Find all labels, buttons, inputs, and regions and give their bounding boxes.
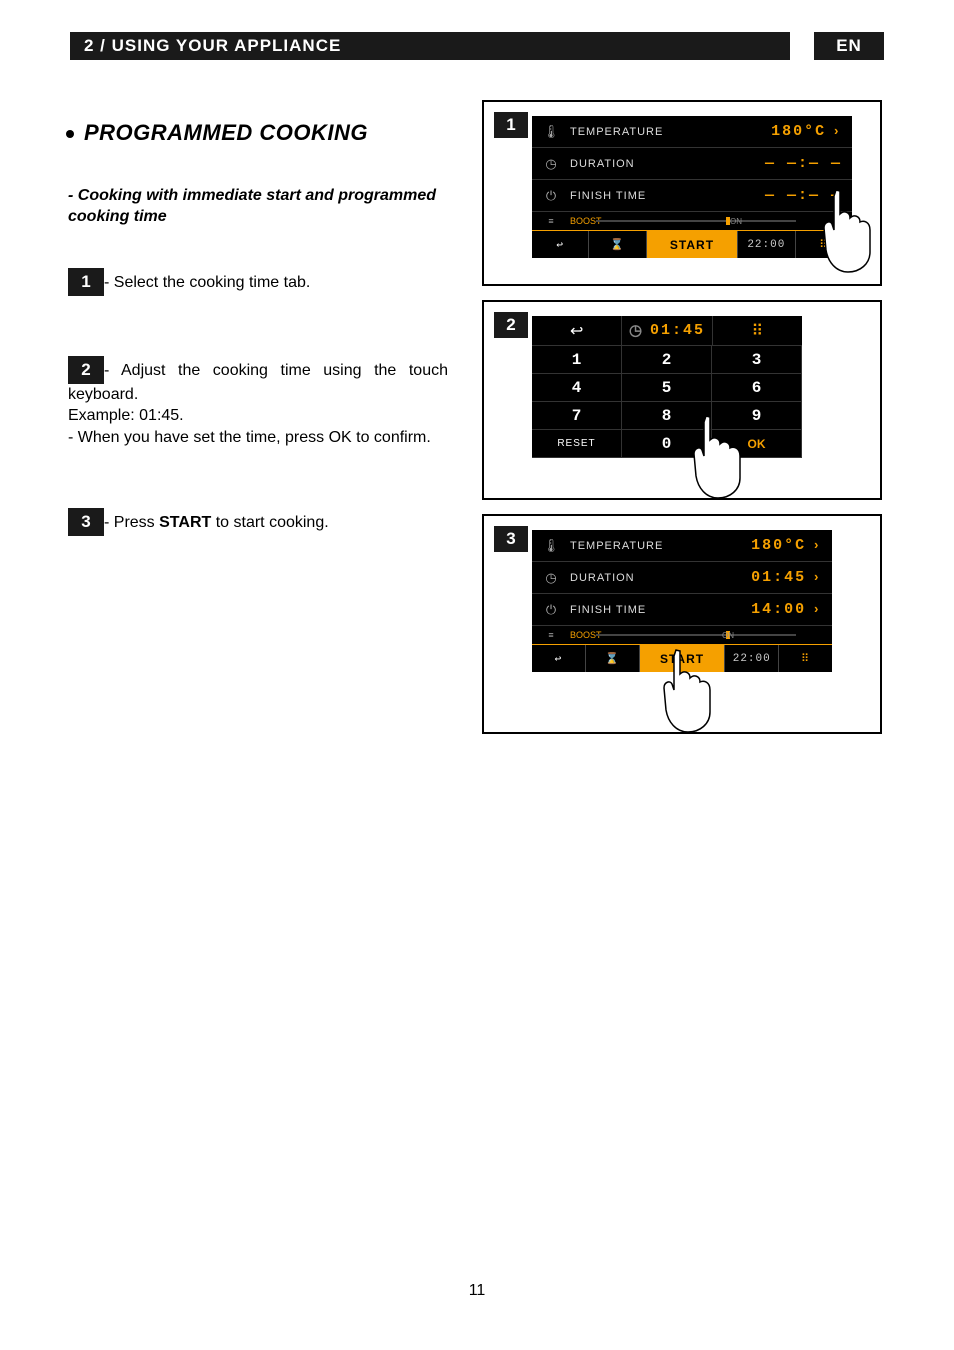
key-ok[interactable]: OK xyxy=(712,430,802,458)
step-3-bold: START xyxy=(159,514,211,531)
illustrations-column: 1 🌡 TEMPERATURE 180°C› ◷ DURATION — —:— … xyxy=(482,100,882,748)
timer-button[interactable]: ⌛ xyxy=(589,231,646,258)
panel-2: 2 ↩ ◷01:45 ⠿ 1 2 3 4 5 6 7 8 9 xyxy=(482,300,882,500)
toolbar-3: ↩ ⌛ START 22:00 ⠿ xyxy=(532,644,832,672)
row-temperature[interactable]: 🌡 TEMPERATURE 180°C› xyxy=(532,116,852,148)
chevron-right-icon: › xyxy=(832,124,842,139)
key-1[interactable]: 1 xyxy=(532,346,622,374)
step-badge-3: 3 xyxy=(68,508,104,536)
timer-button-3[interactable]: ⌛ xyxy=(586,645,640,672)
clock-icon: ◷ xyxy=(629,321,644,340)
row-boost-3[interactable]: ≡ BOOST ON xyxy=(532,626,832,644)
key-2[interactable]: 2 xyxy=(622,346,712,374)
thermometer-icon: 🌡 xyxy=(542,538,560,554)
temperature-value-3: 180°C› xyxy=(751,537,822,554)
grid-button-3[interactable]: ⠿ xyxy=(779,645,832,672)
instructions-column: PROGRAMMED COOKING - Cooking with immedi… xyxy=(68,100,448,748)
step-badge-2: 2 xyxy=(68,356,104,384)
step-2-line1: - Adjust the cooking time using the touc… xyxy=(68,362,448,403)
clock-display-3: 22:00 xyxy=(725,645,779,672)
key-8[interactable]: 8 xyxy=(622,402,712,430)
panel-1-badge: 1 xyxy=(494,112,528,138)
key-0[interactable]: 0 xyxy=(622,430,712,458)
bullet-icon xyxy=(66,130,74,138)
screen-3: 🌡 TEMPERATURE 180°C› ◷ DURATION 01:45› ⏻… xyxy=(532,530,832,672)
start-button[interactable]: START xyxy=(647,231,738,258)
duration-value-3: 01:45› xyxy=(751,569,822,586)
chevron-right-icon: › xyxy=(812,602,822,617)
chevron-right-icon: › xyxy=(812,570,822,585)
back-button[interactable]: ↩ xyxy=(532,231,589,258)
language-badge: EN xyxy=(814,32,884,60)
panel-1: 1 🌡 TEMPERATURE 180°C› ◷ DURATION — —:— … xyxy=(482,100,882,286)
toolbar-1: ↩ ⌛ START 22:00 ⠿ xyxy=(532,230,852,258)
clock-display: 22:00 xyxy=(738,231,795,258)
panel-2-badge: 2 xyxy=(494,312,528,338)
power-icon: ⏻ xyxy=(542,188,560,204)
duration-value: — —:— — xyxy=(765,155,842,172)
chevron-right-icon: › xyxy=(812,538,822,553)
row-finish-3[interactable]: ⏻ FINISH TIME 14:00› xyxy=(532,594,832,626)
page-header: 2 / USING YOUR APPLIANCE xyxy=(70,32,790,60)
clock-icon: ◷ xyxy=(542,570,560,586)
keypad-back[interactable]: ↩ xyxy=(532,316,622,345)
row-duration[interactable]: ◷ DURATION — —:— — xyxy=(532,148,852,180)
key-reset[interactable]: RESET xyxy=(532,430,622,458)
step-2: 2- Adjust the cooking time using the tou… xyxy=(68,356,448,449)
key-7[interactable]: 7 xyxy=(532,402,622,430)
panel-3-badge: 3 xyxy=(494,526,528,552)
finish-value: — —:— — xyxy=(765,187,842,204)
grid-button[interactable]: ⠿ xyxy=(796,231,852,258)
boost-slider[interactable] xyxy=(596,220,796,222)
subsection-heading: - Cooking with immediate start and progr… xyxy=(68,186,448,228)
thermometer-icon: 🌡 xyxy=(542,124,560,140)
step-badge-1: 1 xyxy=(68,268,104,296)
header-title: 2 / USING YOUR APPLIANCE xyxy=(84,36,341,56)
section-title: PROGRAMMED COOKING xyxy=(68,120,448,146)
page-number: 11 xyxy=(0,1282,954,1300)
row-finish-time[interactable]: ⏻ FINISH TIME — —:— — xyxy=(532,180,852,212)
key-9[interactable]: 9 xyxy=(712,402,802,430)
boost-slider-3[interactable] xyxy=(596,634,796,636)
power-icon: ⏻ xyxy=(542,602,560,618)
step-2-line3: - When you have set the time, press OK t… xyxy=(68,427,448,449)
back-button-3[interactable]: ↩ xyxy=(532,645,586,672)
key-3[interactable]: 3 xyxy=(712,346,802,374)
step-2-line2: Example: 01:45. xyxy=(68,405,448,427)
step-3: 3- Press START to start cooking. xyxy=(68,508,448,536)
panel-3: 3 🌡 TEMPERATURE 180°C› ◷ DURATION 01:45›… xyxy=(482,514,882,734)
row-duration-3[interactable]: ◷ DURATION 01:45› xyxy=(532,562,832,594)
temperature-value: 180°C› xyxy=(771,123,842,140)
key-6[interactable]: 6 xyxy=(712,374,802,402)
step-1-text: - Select the cooking time tab. xyxy=(104,274,310,291)
step-3-post: to start cooking. xyxy=(211,514,328,531)
key-4[interactable]: 4 xyxy=(532,374,622,402)
row-boost[interactable]: ≡ BOOST ON xyxy=(532,212,852,230)
start-button-3[interactable]: START xyxy=(640,645,726,672)
clock-icon: ◷ xyxy=(542,156,560,172)
step-3-pre: - Press xyxy=(104,514,159,531)
key-5[interactable]: 5 xyxy=(622,374,712,402)
bars-icon: ≡ xyxy=(542,216,560,226)
keypad-time-display: ◷01:45 xyxy=(622,316,712,345)
step-1: 1- Select the cooking time tab. xyxy=(68,268,448,296)
screen-1: 🌡 TEMPERATURE 180°C› ◷ DURATION — —:— — … xyxy=(532,116,852,258)
finish-value-3: 14:00› xyxy=(751,601,822,618)
bars-icon: ≡ xyxy=(542,630,560,640)
row-temperature-3[interactable]: 🌡 TEMPERATURE 180°C› xyxy=(532,530,832,562)
keypad-grid-button[interactable]: ⠿ xyxy=(713,316,802,345)
